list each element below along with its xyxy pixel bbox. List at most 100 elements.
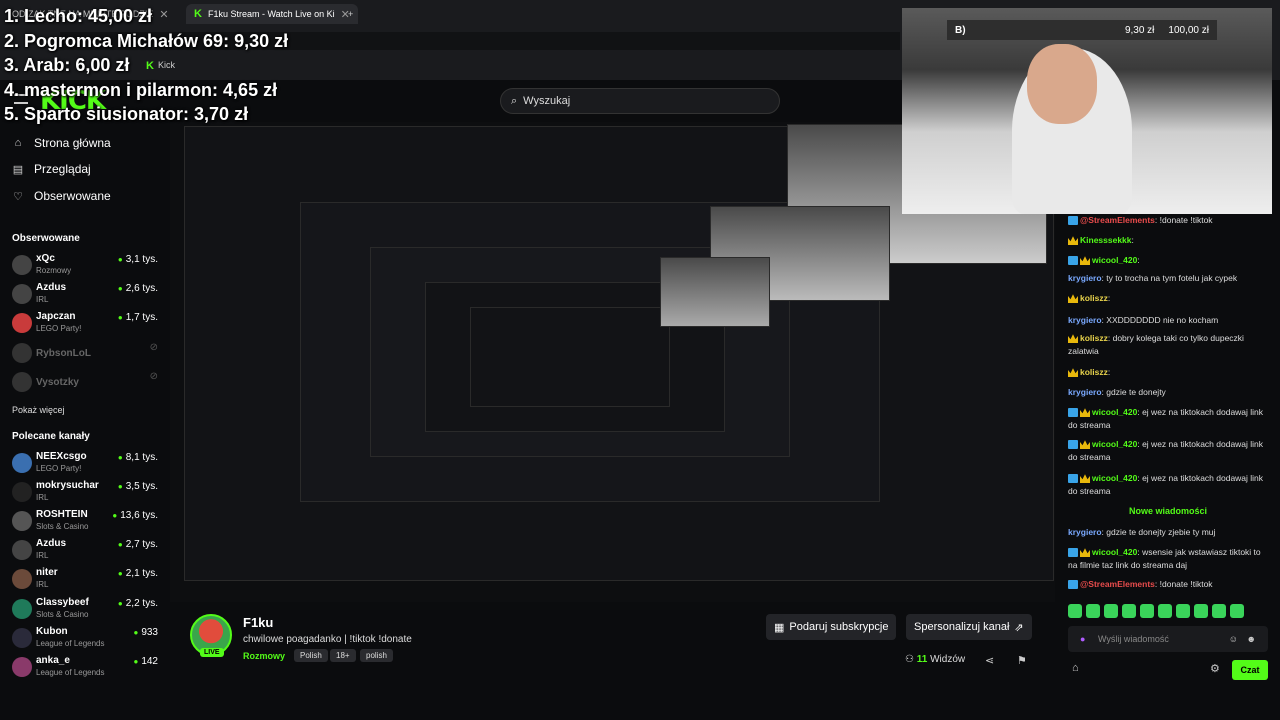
emote-icon[interactable] xyxy=(1194,604,1208,618)
avatar xyxy=(12,569,32,589)
nav-following[interactable]: ♡ Obserwowane xyxy=(12,189,111,203)
chat-text: : xyxy=(1107,293,1111,303)
tag-chip[interactable]: Polish xyxy=(294,649,328,662)
booster-badge-icon xyxy=(1068,580,1078,590)
emote-icon[interactable] xyxy=(1104,604,1118,618)
chat-username[interactable]: krygiero xyxy=(1068,273,1102,283)
chat-username[interactable]: krygiero xyxy=(1068,387,1102,397)
streamer-name[interactable]: F1ku xyxy=(243,615,273,630)
emote-row[interactable] xyxy=(1068,604,1244,618)
followed-heading: Obserwowane xyxy=(12,233,80,244)
avatar xyxy=(12,657,32,677)
stream-category[interactable]: Rozmowy xyxy=(243,651,285,661)
sidebar-channel-roshtein[interactable]: ROSHTEINSlots & Casino13,6 tys. xyxy=(12,508,162,536)
chat-text: : xyxy=(1131,235,1134,245)
gear-icon[interactable]: ⚙ xyxy=(1210,662,1220,675)
send-chat-button[interactable]: Czat xyxy=(1232,660,1268,680)
emote-icon[interactable] xyxy=(1158,604,1172,618)
emote-picker-icon[interactable]: ☺ xyxy=(1229,634,1238,644)
gift-subscription-button[interactable]: ▦ Podaruj subskrypcje xyxy=(766,614,897,640)
report-icon[interactable]: ⚑ xyxy=(1017,654,1027,667)
nav-home[interactable]: ⌂ Strona główna xyxy=(12,136,111,150)
sidebar-channel-kubon[interactable]: KubonLeague of Legends933 xyxy=(12,625,162,653)
viewer-count: ⚇ 11 Widzów xyxy=(905,654,966,665)
crown-badge-icon xyxy=(1080,474,1090,484)
leaderboard-entry: 1. Lecho: 45,00 zł xyxy=(4,6,153,26)
chat-username[interactable]: Kinesssekkk xyxy=(1080,235,1132,245)
emote-icon[interactable] xyxy=(1086,604,1100,618)
chat-username[interactable]: wicool_420 xyxy=(1092,547,1137,557)
leaderboard-entry: 3. Arab: 6,00 zł xyxy=(4,55,130,75)
offline-icon: ⊘ xyxy=(149,371,158,382)
chat-text: : XXDDDDDDD nie no kocham xyxy=(1101,315,1219,325)
new-messages-divider: Nowe wiadomości xyxy=(1128,506,1208,516)
smile-icon[interactable]: ☻ xyxy=(1247,634,1256,644)
tag-chip[interactable]: polish xyxy=(360,649,393,662)
chat-username[interactable]: @StreamElements xyxy=(1080,579,1155,589)
chat-text: : xyxy=(1107,367,1111,377)
chat-input[interactable]: ● Wyślij wiadomość ☺ ☻ xyxy=(1068,626,1268,652)
chat-message: @StreamElements: !donate !tiktok xyxy=(1068,578,1268,591)
chat-message: wicool_420: ej wez na tiktokach dodawaj … xyxy=(1068,438,1268,464)
recommended-heading: Polecane kanały xyxy=(12,431,90,442)
chat-username[interactable]: koliszz xyxy=(1080,367,1108,377)
sidebar-channel-azdus[interactable]: AzdusIRL2,6 tys. xyxy=(12,281,162,309)
leaderboard-entry: 5. Sparto siusionator: 3,70 zł xyxy=(4,104,249,124)
sidebar-channel-xqc[interactable]: xQcRozmowy3,1 tys. xyxy=(12,252,162,280)
store-icon[interactable]: ⌂ xyxy=(1072,662,1079,674)
chat-username[interactable]: koliszz xyxy=(1080,293,1108,303)
emote-icon[interactable] xyxy=(1122,604,1136,618)
chat-message: krygiero: gdzie te donejty xyxy=(1068,386,1268,399)
show-more-link[interactable]: Pokaż więcej xyxy=(12,405,65,415)
sidebar-channel-classybeef[interactable]: ClassybeefSlots & Casino2,2 tys. xyxy=(12,596,162,624)
search-input[interactable]: ⌕ Wyszukaj xyxy=(500,88,780,114)
home-icon: ⌂ xyxy=(14,137,22,149)
chat-message: wicool_420: ej wez na tiktokach dodawaj … xyxy=(1068,406,1268,432)
leaderboard-entry: 4. mastermon i pilarmon: 4,65 zł xyxy=(4,79,278,100)
crown-badge-icon xyxy=(1080,408,1090,418)
external-link-icon: ⇗ xyxy=(1014,621,1024,634)
emote-icon[interactable] xyxy=(1176,604,1190,618)
new-tab-button[interactable]: + xyxy=(340,4,361,24)
browse-icon: ▤ xyxy=(12,163,24,176)
plus-icon: + xyxy=(348,9,354,19)
crown-badge-icon xyxy=(1080,548,1090,558)
chat-message: krygiero: ty to trocha na tym fotelu jak… xyxy=(1068,272,1268,285)
microphone-icon[interactable]: ● xyxy=(1080,634,1085,644)
emote-icon[interactable] xyxy=(1140,604,1154,618)
booster-badge-icon xyxy=(1068,548,1078,558)
sidebar-channel-vysotzky[interactable]: Vysotzky ⊘ xyxy=(12,369,162,397)
chat-username[interactable]: @StreamElements xyxy=(1080,215,1155,225)
chat-message: Kinesssekkk: xyxy=(1068,234,1268,247)
nav-browse[interactable]: ▤ Przeglądaj xyxy=(12,162,91,176)
share-icon[interactable]: ⋖ xyxy=(985,654,994,667)
chat-username[interactable]: krygiero xyxy=(1068,527,1102,537)
sidebar-channel-rybsonlol[interactable]: RybsonLoL ⊘ xyxy=(12,340,162,368)
chat-text: : !donate !tiktok xyxy=(1154,215,1213,225)
avatar xyxy=(12,453,32,473)
sidebar-channel-azdus-rec[interactable]: AzdusIRL2,7 tys. xyxy=(12,537,162,565)
emote-icon[interactable] xyxy=(1212,604,1226,618)
chat-text: : gdzie te donejty zjebie ty muj xyxy=(1101,527,1216,537)
crown-badge-icon xyxy=(1068,236,1078,246)
emote-icon[interactable] xyxy=(1230,604,1244,618)
emote-icon[interactable] xyxy=(1068,604,1082,618)
chat-username[interactable]: koliszz xyxy=(1080,333,1108,343)
users-icon: ⚇ xyxy=(905,654,914,665)
avatar xyxy=(12,284,32,304)
chat-username[interactable]: wicool_420 xyxy=(1092,407,1137,417)
chat-username[interactable]: krygiero xyxy=(1068,315,1102,325)
sidebar-channel-japczan[interactable]: JapczanLEGO Party!1,7 tys. xyxy=(12,310,162,338)
chat-message: koliszz: dobry kolega taki co tylko dupe… xyxy=(1068,332,1268,358)
booster-badge-icon xyxy=(1068,256,1078,266)
sidebar-channel-niter[interactable]: niterIRL2,1 tys. xyxy=(12,566,162,594)
sidebar-channel-neexcsgo[interactable]: NEEXcsgoLEGO Party!8,1 tys. xyxy=(12,450,162,478)
sidebar-channel-anka-e[interactable]: anka_eLeague of Legends142 xyxy=(12,654,162,682)
tag-chip[interactable]: 18+ xyxy=(330,649,356,662)
customize-channel-button[interactable]: Spersonalizuj kanał ⇗ xyxy=(906,614,1032,640)
chat-username[interactable]: wicool_420 xyxy=(1092,439,1137,449)
chat-message: krygiero: gdzie te donejty zjebie ty muj xyxy=(1068,526,1268,539)
chat-username[interactable]: wicool_420 xyxy=(1092,473,1137,483)
chat-username[interactable]: wicool_420 xyxy=(1092,255,1137,265)
sidebar-channel-mokrysuchar[interactable]: mokrysucharIRL3,5 tys. xyxy=(12,479,162,507)
